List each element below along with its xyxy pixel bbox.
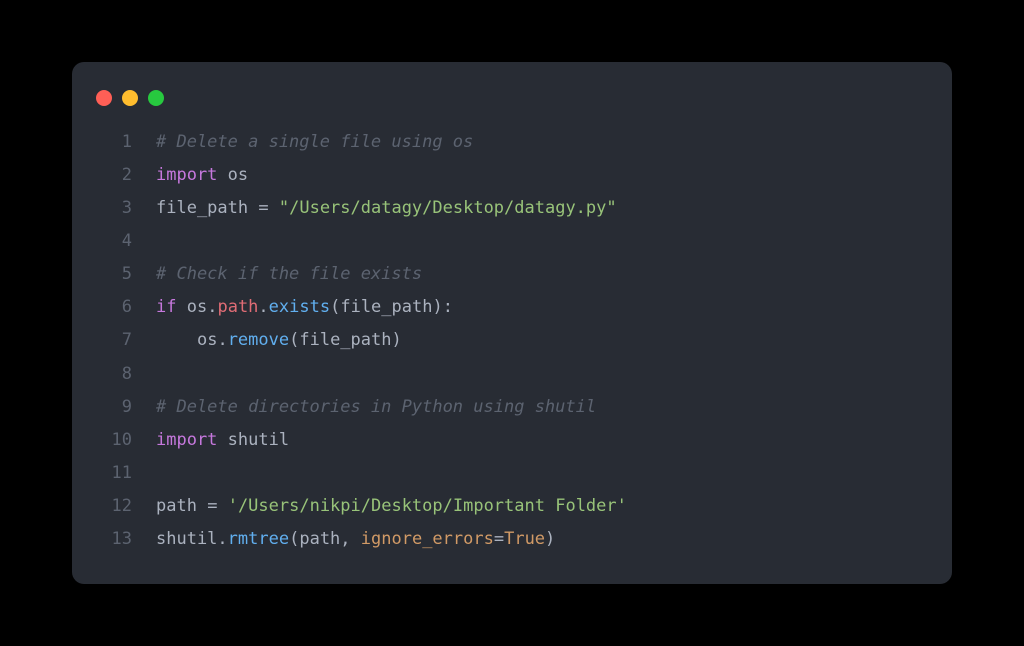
line-number: 11 <box>96 457 132 490</box>
maximize-icon[interactable] <box>148 90 164 106</box>
code-token: "/Users/datagy/Desktop/datagy.py" <box>279 198 617 218</box>
code-token: import <box>156 430 217 450</box>
line-number: 3 <box>96 192 132 225</box>
code-token: . <box>217 330 227 350</box>
line-content[interactable] <box>156 358 166 391</box>
code-token: shutil <box>228 430 289 450</box>
code-token <box>217 496 227 516</box>
code-token <box>248 198 258 218</box>
line-number: 5 <box>96 258 132 291</box>
code-line[interactable]: 10 import shutil <box>96 424 928 457</box>
code-token: '/Users/nikpi/Desktop/Important Folder' <box>228 496 627 516</box>
line-content[interactable]: os.remove(file_path) <box>156 324 402 357</box>
code-token: ( <box>330 297 340 317</box>
code-token <box>197 496 207 516</box>
code-line[interactable]: 1 # Delete a single file using os <box>96 126 928 159</box>
code-token: ( <box>289 330 299 350</box>
code-token: ( <box>289 529 299 549</box>
code-token: remove <box>228 330 289 350</box>
line-content[interactable]: file_path = "/Users/datagy/Desktop/datag… <box>156 192 617 225</box>
code-token: os <box>197 330 217 350</box>
code-token: path <box>299 529 340 549</box>
code-token: file_path <box>340 297 432 317</box>
line-number: 10 <box>96 424 132 457</box>
code-token: path <box>156 496 197 516</box>
line-number: 4 <box>96 225 132 258</box>
code-token: import <box>156 165 217 185</box>
line-content[interactable] <box>156 457 166 490</box>
code-line[interactable]: 8 <box>96 358 928 391</box>
code-window: 1 # Delete a single file using os 2 import … <box>72 62 952 585</box>
line-content[interactable]: path = '/Users/nikpi/Desktop/Important F… <box>156 490 627 523</box>
code-line[interactable]: 5 # Check if the file exists <box>96 258 928 291</box>
code-token: if <box>156 297 176 317</box>
code-token <box>217 165 227 185</box>
code-token: . <box>207 297 217 317</box>
code-token: True <box>504 529 545 549</box>
line-number: 2 <box>96 159 132 192</box>
code-token: = <box>258 198 268 218</box>
code-line[interactable]: 3 file_path = "/Users/datagy/Desktop/data… <box>96 192 928 225</box>
line-content[interactable]: # Delete a single file using os <box>156 126 473 159</box>
line-content[interactable]: import shutil <box>156 424 289 457</box>
code-token: = <box>494 529 504 549</box>
code-token: file_path <box>156 198 248 218</box>
code-line[interactable]: 11 <box>96 457 928 490</box>
code-token: ) <box>545 529 555 549</box>
code-token <box>176 297 186 317</box>
code-token <box>269 198 279 218</box>
code-line[interactable]: 2 import os <box>96 159 928 192</box>
code-line[interactable]: 13 shutil.rmtree(path, ignore_errors=True… <box>96 523 928 556</box>
code-token: rmtree <box>228 529 289 549</box>
code-token: . <box>258 297 268 317</box>
code-token: = <box>207 496 217 516</box>
code-token <box>156 330 197 350</box>
code-token: # Delete directories in Python using shu… <box>156 397 596 417</box>
line-content[interactable]: if os.path.exists(file_path): <box>156 291 453 324</box>
code-token: . <box>217 529 227 549</box>
line-number: 1 <box>96 126 132 159</box>
close-icon[interactable] <box>96 90 112 106</box>
line-number: 13 <box>96 523 132 556</box>
line-number: 9 <box>96 391 132 424</box>
code-line[interactable]: 7 os.remove(file_path) <box>96 324 928 357</box>
code-token: , <box>340 529 360 549</box>
line-number: 8 <box>96 358 132 391</box>
code-token: path <box>217 297 258 317</box>
code-token: ) <box>432 297 442 317</box>
code-line[interactable]: 6if os.path.exists(file_path): <box>96 291 928 324</box>
code-token: # Check if the file exists <box>156 264 422 284</box>
code-token: ) <box>391 330 401 350</box>
line-content[interactable]: # Check if the file exists <box>156 258 422 291</box>
line-content[interactable]: shutil.rmtree(path, ignore_errors=True) <box>156 523 555 556</box>
code-token: : <box>443 297 453 317</box>
code-area[interactable]: 1 # Delete a single file using os 2 import … <box>72 126 952 557</box>
code-token <box>217 430 227 450</box>
code-line[interactable]: 9 # Delete directories in Python using sh… <box>96 391 928 424</box>
code-token: file_path <box>299 330 391 350</box>
line-content[interactable] <box>156 225 166 258</box>
minimize-icon[interactable] <box>122 90 138 106</box>
code-token: os <box>187 297 207 317</box>
line-number: 7 <box>96 324 132 357</box>
line-number: 12 <box>96 490 132 523</box>
code-token: # Delete a single file using os <box>156 132 473 152</box>
line-content[interactable]: import os <box>156 159 248 192</box>
code-token: exists <box>269 297 330 317</box>
line-content[interactable]: # Delete directories in Python using shu… <box>156 391 596 424</box>
code-token: os <box>228 165 248 185</box>
line-number: 6 <box>96 291 132 324</box>
code-line[interactable]: 12 path = '/Users/nikpi/Desktop/Important… <box>96 490 928 523</box>
code-line[interactable]: 4 <box>96 225 928 258</box>
code-token: ignore_errors <box>361 529 494 549</box>
code-token: shutil <box>156 529 217 549</box>
window-controls <box>72 82 952 126</box>
